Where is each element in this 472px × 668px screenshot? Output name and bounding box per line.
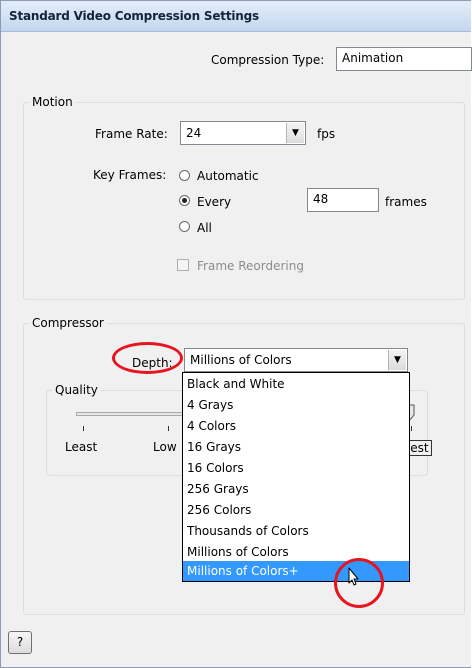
frame-rate-select[interactable]: 24 ▼ xyxy=(180,121,306,145)
depth-option[interactable]: 4 Colors xyxy=(183,416,409,436)
depth-value: Millions of Colors xyxy=(190,353,292,367)
slider-tick xyxy=(411,426,412,431)
frame-reordering-label: Frame Reordering xyxy=(197,259,304,273)
every-label: Every xyxy=(197,195,232,209)
fps-label: fps xyxy=(317,127,336,141)
all-label: All xyxy=(197,221,212,235)
every-radio[interactable] xyxy=(179,195,190,206)
depth-select[interactable]: Millions of Colors ▼ xyxy=(184,348,408,372)
slider-tick xyxy=(168,426,169,431)
every-frames-value: 48 xyxy=(313,192,329,206)
frames-label: frames xyxy=(385,195,427,209)
depth-option[interactable]: 256 Colors xyxy=(183,500,409,520)
depth-annotation-ring xyxy=(112,342,183,374)
depth-option[interactable]: Black and White xyxy=(183,374,409,394)
quality-least-label: Least xyxy=(65,440,98,454)
depth-option[interactable]: 16 Grays xyxy=(183,437,409,457)
all-radio[interactable] xyxy=(179,221,190,232)
title-bar: Standard Video Compression Settings xyxy=(1,1,471,32)
frame-reordering-checkbox[interactable] xyxy=(177,259,189,271)
quality-low-label: Low xyxy=(153,440,177,454)
compression-type-field[interactable]: Animation xyxy=(336,47,472,71)
slider-tick xyxy=(83,426,84,431)
depth-option[interactable]: 16 Colors xyxy=(183,458,409,478)
key-frames-label: Key Frames: xyxy=(93,168,167,182)
automatic-label: Automatic xyxy=(197,169,259,183)
quality-group-label: Quality xyxy=(52,383,101,397)
mouse-pointer-icon xyxy=(348,567,359,586)
depth-option[interactable]: Millions of Colors xyxy=(183,542,409,562)
depth-option[interactable]: 256 Grays xyxy=(183,479,409,499)
chevron-down-icon[interactable]: ▼ xyxy=(388,350,406,370)
depth-option[interactable]: Thousands of Colors xyxy=(183,521,409,541)
frame-rate-label: Frame Rate: xyxy=(95,127,168,141)
compressor-group-label: Compressor xyxy=(29,316,107,330)
help-button[interactable]: ? xyxy=(8,631,32,654)
every-frames-field[interactable]: 48 xyxy=(307,188,379,212)
motion-group-label: Motion xyxy=(29,95,76,109)
compression-type-label: Compression Type: xyxy=(211,53,325,67)
window-title: Standard Video Compression Settings xyxy=(9,9,259,23)
dialog-window: Standard Video Compression Settings Comp… xyxy=(0,0,472,668)
depth-dropdown-list[interactable]: Black and White 4 Grays 4 Colors 16 Gray… xyxy=(182,372,410,582)
automatic-radio[interactable] xyxy=(179,170,190,181)
chevron-down-icon[interactable]: ▼ xyxy=(286,123,304,143)
depth-option[interactable]: 4 Grays xyxy=(183,395,409,415)
frame-rate-value: 24 xyxy=(186,126,202,140)
compression-type-value: Animation xyxy=(342,51,404,65)
